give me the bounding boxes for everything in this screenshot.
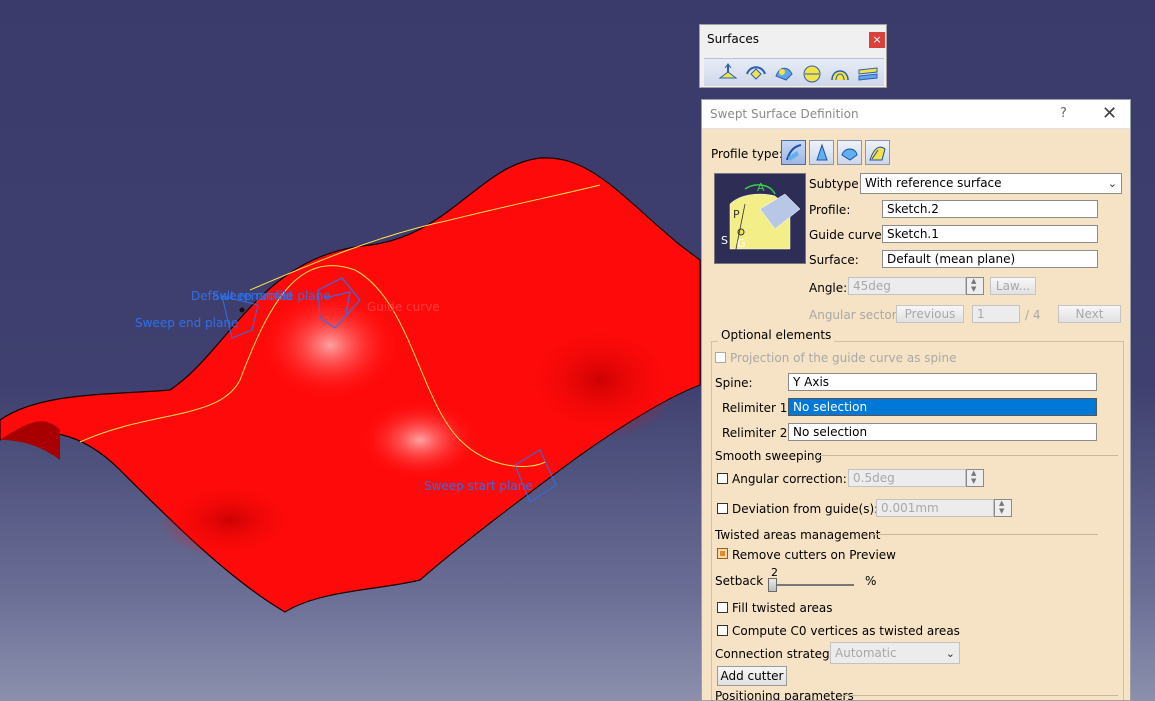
conic-profile-icon (841, 148, 858, 161)
guide-curve-label: Guide curve: (809, 228, 886, 242)
setback-unit: % (865, 574, 877, 588)
deviation-field[interactable]: 0.001mm (876, 499, 994, 517)
toolbar-button-strip (704, 58, 884, 86)
diagram-label-a: A (757, 181, 765, 194)
remove-cutters-label: Remove cutters on Preview (732, 548, 896, 562)
angular-correction-label: Angular correction: (732, 472, 847, 486)
connection-strategy-value: Automatic (835, 646, 897, 660)
smooth-sweeping-label: Smooth sweeping (715, 449, 823, 463)
deviation-checkbox[interactable] (717, 503, 728, 514)
subtype-preview-diagram: A P S G (714, 173, 806, 264)
next-button[interactable]: Next (1058, 305, 1121, 323)
remove-cutters-checkbox[interactable] (717, 548, 728, 559)
surface-label: Surface: (809, 253, 859, 267)
surfaces-toolbar[interactable]: Surfaces × (699, 24, 887, 88)
swept-surface[interactable] (0, 157, 701, 613)
toolbar-title: Surfaces (707, 32, 759, 46)
angular-correction-field[interactable]: 0.5deg (848, 469, 966, 487)
angular-correction-checkbox[interactable] (717, 473, 728, 484)
law-button[interactable]: Law... (990, 277, 1036, 295)
help-button[interactable]: ? (1060, 106, 1067, 121)
sphere-icon[interactable] (772, 62, 796, 84)
revolve-icon[interactable] (744, 62, 768, 84)
angle-label: Angle: (809, 281, 848, 295)
connection-strategy-label: Connection strategy: (715, 647, 840, 661)
sector-total-label: / 4 (1025, 308, 1041, 322)
deviation-spinner[interactable] (994, 499, 1012, 517)
angle-field[interactable]: 45deg (848, 277, 966, 295)
swept-surface-dialog[interactable]: Swept Surface Definition ? ✕ Profile typ… (701, 99, 1131, 701)
add-cutter-button[interactable]: Add cutter (717, 666, 787, 686)
relimiter2-label: Relimiter 2: (722, 426, 792, 440)
subtype-value: With reference surface (865, 176, 1002, 190)
positioning-separator (842, 695, 1118, 696)
relimiter1-label: Relimiter 1: (722, 401, 792, 415)
diagram-label-g: G (737, 237, 746, 250)
profile-label: Profile: (809, 203, 851, 217)
setback-label: Setback (715, 574, 764, 588)
compute-c0-label: Compute C0 vertices as twisted areas (732, 624, 960, 638)
profile-type-explicit-button[interactable] (865, 140, 890, 165)
chevron-down-icon: ⌄ (945, 647, 955, 660)
spine-label: Spine: (715, 376, 753, 390)
label-guide-curve: Guide curve (367, 300, 440, 314)
profile-point (239, 307, 245, 313)
previous-button[interactable]: Previous (896, 305, 964, 323)
setback-slider-handle[interactable] (768, 578, 777, 592)
angular-correction-spinner[interactable] (966, 469, 984, 487)
profile-type-conic-button[interactable] (837, 140, 862, 165)
diagram-label-s: S (721, 234, 728, 247)
toolbar-close-button[interactable]: × (869, 32, 885, 48)
extrude-icon[interactable] (716, 62, 740, 84)
profile-type-line-button[interactable] (781, 140, 806, 165)
setback-slider-track[interactable] (768, 584, 854, 586)
angle-spinner[interactable] (966, 277, 984, 295)
explicit-profile-icon (869, 146, 886, 161)
relimiter1-field[interactable]: No selection (788, 398, 1097, 416)
dialog-close-button[interactable]: ✕ (1102, 103, 1117, 124)
sweep-icon[interactable] (800, 62, 824, 84)
projection-label: Projection of the guide curve as spine (730, 351, 957, 365)
label-sweep-end-plane: Sweep end plane (135, 316, 238, 330)
profile-type-circle-button[interactable] (809, 140, 834, 165)
chevron-down-icon: ⌄ (1107, 177, 1117, 190)
diagram-label-p: P (733, 208, 740, 221)
profile-type-label: Profile type: (711, 147, 783, 161)
fill-twisted-checkbox[interactable] (717, 602, 728, 613)
angular-sector-label: Angular sector: (809, 308, 901, 322)
fill-twisted-label: Fill twisted areas (732, 601, 833, 615)
compute-c0-checkbox[interactable] (717, 625, 728, 636)
twisted-areas-label: Twisted areas management (715, 528, 881, 542)
label-sweep-start-plane: Sweep start plane (424, 479, 533, 493)
profile-field[interactable]: Sketch.2 (882, 200, 1098, 218)
projection-checkbox[interactable] (715, 352, 726, 363)
multisection-icon[interactable] (856, 62, 880, 84)
smooth-sweeping-separator (818, 455, 1118, 456)
dialog-title: Swept Surface Definition (710, 107, 859, 121)
subtype-label: Subtype: (809, 177, 863, 191)
relimiter2-field[interactable]: No selection (788, 423, 1097, 441)
sector-index-field[interactable]: 1 (972, 305, 1020, 323)
optional-elements-label: Optional elements (718, 328, 835, 342)
surface-field[interactable]: Default (mean plane) (882, 250, 1098, 268)
dialog-titlebar[interactable]: Swept Surface Definition ? ✕ (702, 100, 1130, 129)
deviation-label: Deviation from guide(s): (732, 502, 879, 516)
circle-profile-icon (816, 143, 828, 161)
connection-strategy-select[interactable]: Automatic ⌄ (830, 642, 960, 664)
line-profile-icon (786, 144, 802, 161)
twisted-areas-separator (870, 534, 1098, 535)
guide-curve-field[interactable]: Sketch.1 (882, 225, 1098, 243)
subtype-select[interactable]: With reference surface ⌄ (860, 173, 1122, 194)
fill-icon[interactable] (828, 62, 852, 84)
positioning-parameters-label: Positioning parameters (715, 689, 854, 701)
spine-field[interactable]: Y Axis (788, 373, 1097, 391)
label-sweep-profile-plane: Sweep profile plane (212, 289, 331, 303)
